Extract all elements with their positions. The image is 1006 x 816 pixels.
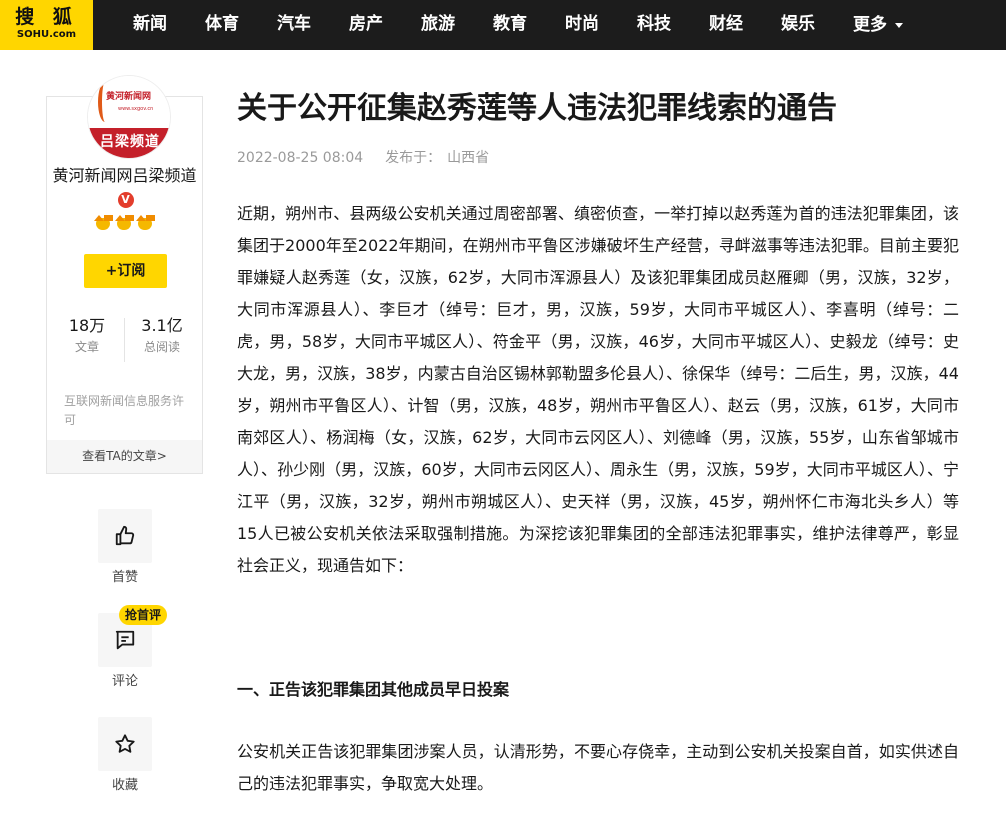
- v-badge-icon: V: [117, 192, 134, 208]
- top-navigation-bar: 搜 狐 SOHU.com 新闻 体育 汽车 房产 旅游 教育 时尚 科技 财经 …: [0, 0, 1006, 50]
- nav-item-tech[interactable]: 科技: [618, 0, 690, 50]
- nav-item-auto[interactable]: 汽车: [258, 0, 330, 50]
- stat-articles: 18万 文章: [52, 314, 122, 356]
- fox-medal-icon: [94, 215, 112, 231]
- comment-button[interactable]: 抢首评: [98, 605, 168, 667]
- stat-total-reads: 3.1亿 总阅读: [127, 314, 197, 356]
- fox-medal-icon: [136, 215, 154, 231]
- author-stats: 18万 文章 3.1亿 总阅读: [47, 314, 202, 366]
- logo-domain: SOHU.com: [16, 29, 77, 40]
- channel-nav: 新闻 体育 汽车 房产 旅游 教育 时尚 科技 财经 娱乐 更多: [114, 0, 922, 50]
- avatar-band-text: 吕梁频道: [100, 134, 160, 150]
- avatar-logo-area: 黄河新闻网 www.sxgov.cn: [88, 76, 170, 128]
- nav-more-label: 更多: [853, 15, 887, 35]
- stat-divider: [124, 318, 125, 362]
- stat-value: 3.1亿: [141, 316, 183, 335]
- subscribe-button[interactable]: +订阅: [84, 254, 167, 288]
- article-paragraph: 公安机关正告该犯罪集团涉案人员，认清形势，不要心存侥幸，主动到公安机关投案自首，…: [237, 742, 959, 793]
- like-button[interactable]: [98, 509, 152, 563]
- nav-item-sports[interactable]: 体育: [186, 0, 258, 50]
- author-name-text: 黄河新闻网吕梁频道: [52, 166, 197, 185]
- thumbs-up-icon: [115, 525, 135, 546]
- nav-item-fashion[interactable]: 时尚: [546, 0, 618, 50]
- comment-action: 抢首评 评论: [98, 605, 168, 691]
- fox-medal-icon: [115, 215, 133, 231]
- chevron-down-icon: [895, 23, 903, 28]
- favorite-action: 收藏: [98, 717, 152, 795]
- stat-label: 总阅读: [143, 340, 180, 354]
- like-label: 首赞: [111, 570, 138, 585]
- author-card: 黄河新闻网 www.sxgov.cn 吕梁频道 黄河新闻网吕梁频道V +订阅 1…: [46, 75, 203, 474]
- nav-item-entertainment[interactable]: 娱乐: [762, 0, 834, 50]
- publish-region: 山西省: [447, 150, 490, 166]
- view-author-articles-button[interactable]: 查看TA的文章>: [47, 440, 202, 473]
- stat-label: 文章: [74, 340, 99, 354]
- avatar-logo-name: 黄河新闻网: [106, 92, 152, 102]
- stat-value: 18万: [68, 316, 106, 335]
- comment-label: 评论: [111, 674, 138, 689]
- avatar-logo-url: www.sxgov.cn: [118, 106, 154, 112]
- nav-item-travel[interactable]: 旅游: [402, 0, 474, 50]
- comment-icon: [115, 630, 135, 650]
- nav-more-menu[interactable]: 更多: [834, 0, 922, 50]
- first-comment-tag[interactable]: 抢首评: [119, 605, 168, 625]
- article-paragraph: 近期，朔州市、县两级公安机关通过周密部署、缜密侦查，一举打掉以赵秀莲为首的违法犯…: [237, 204, 959, 575]
- favorite-label: 收藏: [111, 778, 138, 793]
- nav-item-realestate[interactable]: 房产: [330, 0, 402, 50]
- medal-row: [94, 215, 154, 231]
- sohu-logo[interactable]: 搜 狐 SOHU.com: [0, 0, 93, 50]
- published-label: 发布于：: [385, 150, 442, 166]
- news-license-link[interactable]: 互联网新闻信息服务许可: [64, 392, 194, 430]
- like-action: 首赞: [98, 509, 152, 587]
- article-title: 关于公开征集赵秀莲等人违法犯罪线索的通告: [237, 91, 837, 126]
- logo-text: 搜 狐: [15, 6, 78, 28]
- favorite-button[interactable]: [98, 717, 152, 771]
- section-heading: 一、正告该犯罪集团其他成员早日投案: [237, 680, 510, 699]
- article-meta: 2022-08-25 08:04 发布于： 山西省: [237, 148, 489, 168]
- nav-item-finance[interactable]: 财经: [690, 0, 762, 50]
- star-icon: [115, 734, 135, 753]
- nav-item-education[interactable]: 教育: [474, 0, 546, 50]
- avatar[interactable]: 黄河新闻网 www.sxgov.cn 吕梁频道: [87, 75, 171, 159]
- publish-date: 2022-08-25 08:04: [237, 150, 364, 166]
- nav-item-news[interactable]: 新闻: [114, 0, 186, 50]
- author-name[interactable]: 黄河新闻网吕梁频道 V: [51, 164, 198, 210]
- avatar-band: 吕梁频道: [88, 128, 170, 158]
